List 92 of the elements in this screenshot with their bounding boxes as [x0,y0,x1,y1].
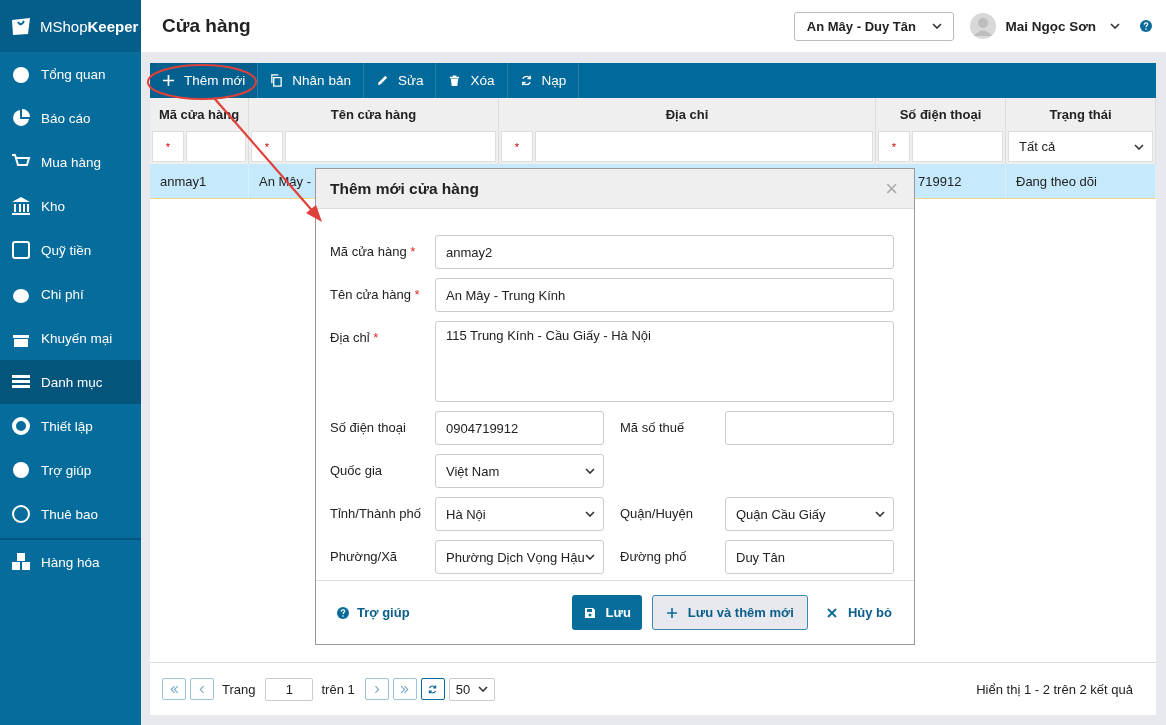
field-label: Đường phố [619,548,688,567]
page-label: Trang [222,681,256,697]
field-label: Tỉnh/Thành phố [330,505,423,524]
filter-operator[interactable]: * [501,131,533,162]
field-label: Quận/Huyện [619,505,694,524]
chevron-down-icon [477,686,488,692]
previous-page-button[interactable] [190,678,214,700]
refresh-icon [519,74,533,87]
dropdown[interactable]: Hà Nội [435,497,604,532]
filter-input[interactable] [535,131,873,162]
chevron-down-icon [585,511,595,518]
chevron-down-icon [1134,143,1144,150]
page-input[interactable]: 1 [265,677,314,701]
copy-icon [270,74,284,87]
sidebar-item[interactable]: Mua hàng [0,140,141,184]
sidebar-item[interactable]: Thiết lập [0,404,141,448]
menu-icon [11,504,31,524]
page-size-dropdown[interactable]: 50 [448,677,495,701]
sidebar-item[interactable]: Danh mục [0,360,141,404]
filter-input[interactable] [186,131,246,162]
filter-input[interactable] [285,131,496,162]
menu-icon [11,460,31,480]
filter-dropdown[interactable]: Tất cả [1008,131,1153,162]
plus-icon [665,606,678,619]
double-chevron-left-icon [168,683,180,695]
menu-icon [11,196,31,216]
menu-icon [11,240,31,260]
sidebar-item[interactable]: Chi phí [0,272,141,316]
refresh-button[interactable] [420,678,445,700]
sidebar-item[interactable]: Kho [0,184,141,228]
menu-icon [11,416,31,436]
close-icon [825,606,838,619]
double-chevron-right-icon [399,683,411,695]
help-icon [337,606,349,619]
dropdown[interactable]: Phường Dịch Vọng Hậu [435,540,604,575]
toolbar-button[interactable]: Thêm mới [150,63,259,98]
sidebar-item[interactable]: Tổng quan [0,52,141,96]
table-cell: 719912 [918,173,962,189]
field-label: Mã số thuế [619,419,686,438]
save-and-new-button[interactable]: Lưu và thêm mới [651,595,808,631]
pencil-icon [375,74,389,87]
field-label: Tên cửa hàng * [330,286,421,305]
filter-input[interactable] [912,131,1003,162]
help-icon[interactable] [1140,20,1152,32]
dialog-title: Thêm mới cửa hàng [330,179,479,198]
input-field[interactable]: An Mây - Trung Kính [435,278,894,313]
sidebar-item[interactable]: Trợ giúp [0,448,141,492]
cancel-button[interactable]: Hủy bỏ [817,595,896,631]
filter-operator[interactable]: * [152,131,184,162]
shopping-bag-icon [10,16,32,36]
field-label: Phường/Xã [330,548,399,567]
result-summary: Hiển thị 1 - 2 trên 2 kết quả [976,681,1133,697]
input-field[interactable] [725,411,894,446]
dropdown[interactable]: Việt Nam [435,454,604,489]
field-label: Địa chỉ * [330,329,380,348]
next-page-button[interactable] [364,678,389,700]
input-field[interactable]: 0904719912 [435,411,604,446]
user-menu[interactable]: Mai Ngọc Sơn [1005,18,1120,34]
chevron-down-icon [585,554,595,561]
chevron-down-icon [931,23,942,29]
sidebar-item[interactable]: Khuyến mại [0,316,141,360]
chevron-down-icon [585,468,595,475]
save-button[interactable]: Lưu [571,595,642,631]
refresh-icon [427,683,439,695]
sidebar-item[interactable]: Báo cáo [0,96,141,140]
trash-icon [448,74,462,87]
field-label: Mã cửa hàng * [330,243,417,262]
table-cell: Đang theo dõi [1016,173,1097,189]
logo-text: MShopKeeper [40,17,139,35]
menu-icon [11,64,31,84]
first-page-button[interactable] [162,678,186,700]
sidebar-item[interactable]: Thuê bao [0,492,141,536]
text-area[interactable]: 115 Trung Kính - Cầu Giấy - Hà Nội [435,321,894,403]
filter-operator[interactable]: * [251,131,283,162]
chevron-down-icon [1110,23,1120,29]
menu-icon [11,108,31,128]
plus-icon [162,74,175,87]
table-cell: anmay1 [160,173,207,189]
chevron-down-icon [875,511,885,518]
page-title: Cửa hàng [162,15,252,37]
sidebar-item[interactable]: Quỹ tiền [0,228,141,272]
store-dropdown[interactable]: An Mây - Duy Tân [794,11,955,41]
avatar-icon [970,13,997,39]
input-field[interactable]: Duy Tân [725,540,894,575]
input-field[interactable]: anmay2 [435,235,894,270]
help-link[interactable]: Trợ giúp [337,605,410,621]
field-label: Số điện thoại [330,419,407,438]
dropdown[interactable]: Quận Cầu Giấy [725,497,894,532]
field-label: Quốc gia [330,462,384,481]
filter-operator[interactable]: * [878,131,910,162]
page-count: trên 1 [321,681,355,697]
boxes-icon [11,552,31,572]
